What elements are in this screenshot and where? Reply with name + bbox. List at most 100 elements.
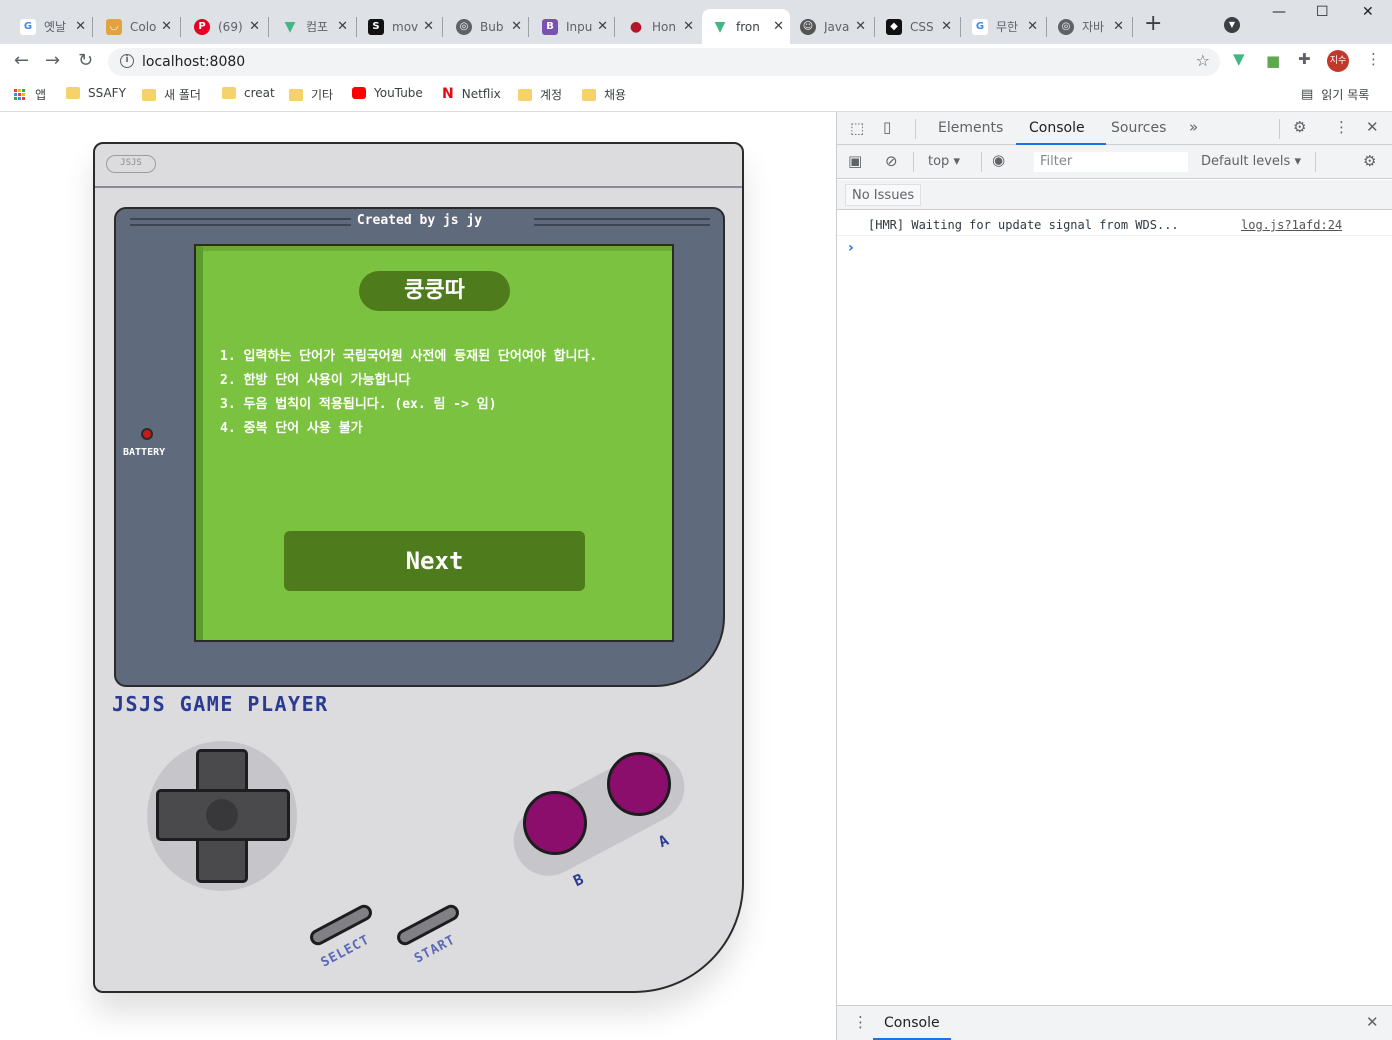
close-icon[interactable]: ✕: [161, 19, 172, 34]
drawer-menu-icon[interactable]: ⋮: [853, 1013, 868, 1031]
tab-10[interactable]: ☺ Java ✕: [790, 9, 872, 44]
reading-list-label: 읽기 목록: [1321, 88, 1370, 102]
rule-item: 2. 한방 단어 사용이 가능합니다: [220, 373, 411, 388]
profile-avatar[interactable]: 지수: [1327, 50, 1349, 72]
bookmark-star-icon[interactable]: ☆: [1196, 51, 1210, 70]
close-icon[interactable]: ✕: [683, 19, 694, 34]
console-message: [HMR] Waiting for update signal from WDS…: [837, 212, 1392, 236]
close-icon[interactable]: ✕: [941, 19, 952, 34]
close-icon[interactable]: ✕: [1113, 19, 1124, 34]
bookmark-label: 기타: [311, 88, 334, 102]
tab-1[interactable]: G 옛날 ✕: [10, 9, 92, 44]
tab-strip: G 옛날 ✕ ◡ Colo ✕ P (69) ✕ ▼ 컴포 ✕ S mov ✕ …: [0, 0, 1392, 44]
vue-devtools-icon[interactable]: ▼: [1233, 50, 1245, 68]
console-source-link[interactable]: log.js?1afd:24: [1241, 218, 1342, 232]
close-icon[interactable]: ✕: [337, 19, 348, 34]
devtools-menu-icon[interactable]: ⋮: [1334, 118, 1349, 136]
notion-icon: S: [368, 18, 384, 35]
bookmark-youtube[interactable]: YouTube: [352, 86, 423, 100]
reading-list-icon: ▤: [1301, 87, 1314, 102]
drawer-tab-console[interactable]: Console: [884, 1015, 940, 1031]
reading-list[interactable]: ▤ 읽기 목록: [1301, 86, 1369, 103]
new-tab-button[interactable]: +: [1144, 13, 1162, 35]
close-icon[interactable]: ✕: [1027, 19, 1038, 34]
tab-3[interactable]: P (69) ✕: [184, 9, 266, 44]
drawer-close-icon[interactable]: ✕: [1366, 1013, 1379, 1031]
tab-2[interactable]: ◡ Colo ✕: [96, 9, 178, 44]
more-tabs-icon[interactable]: »: [1189, 118, 1198, 136]
browser-toolbar: ← → ↻ i localhost:8080 ☆ ▼ ■ ✚ 지수 ⋮: [0, 44, 1392, 80]
window-close-icon[interactable]: ✕: [1362, 4, 1374, 20]
tab-5[interactable]: S mov ✕: [358, 9, 440, 44]
b-button-label: B: [570, 869, 587, 891]
tab-9-active[interactable]: ▼ fron ✕: [702, 9, 790, 44]
close-icon[interactable]: ✕: [249, 19, 260, 34]
globe-icon: ◎: [456, 18, 472, 35]
menu-kebab-icon[interactable]: ⋮: [1366, 50, 1381, 68]
tab-sources[interactable]: Sources: [1111, 120, 1166, 136]
reload-icon[interactable]: ↻: [78, 50, 93, 71]
bookmark-new-folder[interactable]: 새 폴더: [142, 86, 201, 103]
close-icon[interactable]: ✕: [855, 19, 866, 34]
close-icon[interactable]: ✕: [773, 19, 784, 34]
extension-icon[interactable]: ■: [1266, 52, 1280, 70]
address-bar[interactable]: i localhost:8080 ☆: [108, 48, 1220, 76]
puzzle-icon[interactable]: ✚: [1298, 50, 1311, 68]
cup-icon: ◡: [106, 18, 122, 35]
next-button[interactable]: Next: [284, 531, 585, 591]
console-prompt-icon[interactable]: ›: [848, 240, 854, 256]
close-icon[interactable]: ✕: [511, 19, 522, 34]
console-settings-gear-icon[interactable]: ⚙: [1363, 152, 1376, 170]
maximize-icon[interactable]: ☐: [1316, 4, 1329, 20]
tab-11[interactable]: ◆ CSS ✕: [876, 9, 958, 44]
tab-label: (69): [218, 19, 243, 34]
live-expression-eye-icon[interactable]: ◉: [992, 151, 1005, 169]
device-toggle-icon[interactable]: ▯: [883, 118, 891, 136]
tab-console[interactable]: Console: [1029, 120, 1085, 136]
bookmark-netflix[interactable]: N Netflix: [442, 86, 501, 102]
bookmark-apps[interactable]: 앱: [14, 86, 46, 103]
b-button[interactable]: [523, 791, 587, 855]
issues-button[interactable]: No Issues: [845, 184, 922, 206]
tab-search-icon[interactable]: ▼: [1224, 17, 1240, 33]
console-filter-input[interactable]: Filter: [1033, 151, 1189, 173]
tab-divider: [528, 17, 529, 37]
bookmark-label: SSAFY: [88, 86, 126, 100]
dpad-center: [206, 799, 238, 831]
tab-elements[interactable]: Elements: [938, 120, 1003, 136]
bootstrap-icon: B: [542, 18, 558, 35]
tab-13[interactable]: ◎ 자바 ✕: [1048, 9, 1130, 44]
tab-6[interactable]: ◎ Bub ✕: [446, 9, 528, 44]
bookmark-etc[interactable]: 기타: [289, 86, 333, 103]
tab-8[interactable]: ● Hon ✕: [618, 9, 700, 44]
close-icon[interactable]: ✕: [423, 19, 434, 34]
devtools-close-icon[interactable]: ✕: [1366, 118, 1379, 136]
tab-7[interactable]: B Inpu ✕: [532, 9, 614, 44]
inspect-element-icon[interactable]: ⬚: [850, 119, 864, 137]
log-levels-select[interactable]: Default levels ▾: [1201, 154, 1301, 169]
bookmark-label: 새 폴더: [164, 88, 201, 102]
gameboy-top-divider: [95, 186, 742, 188]
divider: [915, 119, 916, 139]
tab-label: Inpu: [566, 19, 592, 34]
clear-console-icon[interactable]: ⊘: [885, 152, 898, 170]
chevron-down-icon: ▾: [953, 154, 960, 169]
back-arrow-icon[interactable]: ←: [14, 50, 29, 71]
bookmark-account[interactable]: 계정: [518, 86, 562, 103]
bookmark-jobs[interactable]: 채용: [582, 86, 626, 103]
close-icon[interactable]: ✕: [75, 19, 86, 34]
bookmark-creat[interactable]: creat: [222, 86, 275, 100]
tab-4[interactable]: ▼ 컴포 ✕: [272, 9, 354, 44]
bookmark-ssafy[interactable]: SSAFY: [66, 86, 126, 100]
sidebar-toggle-icon[interactable]: ▣: [848, 152, 862, 170]
settings-gear-icon[interactable]: ⚙: [1293, 118, 1306, 136]
tab-12[interactable]: G 무한 ✕: [962, 9, 1044, 44]
context-select[interactable]: top ▾: [928, 154, 960, 169]
close-icon[interactable]: ✕: [597, 19, 608, 34]
site-info-icon[interactable]: i: [120, 54, 134, 68]
a-button[interactable]: [607, 752, 671, 816]
google-icon: G: [20, 18, 36, 35]
minimize-icon[interactable]: —: [1272, 4, 1286, 20]
tab-label: Colo: [130, 19, 156, 34]
forward-arrow-icon[interactable]: →: [45, 50, 60, 71]
